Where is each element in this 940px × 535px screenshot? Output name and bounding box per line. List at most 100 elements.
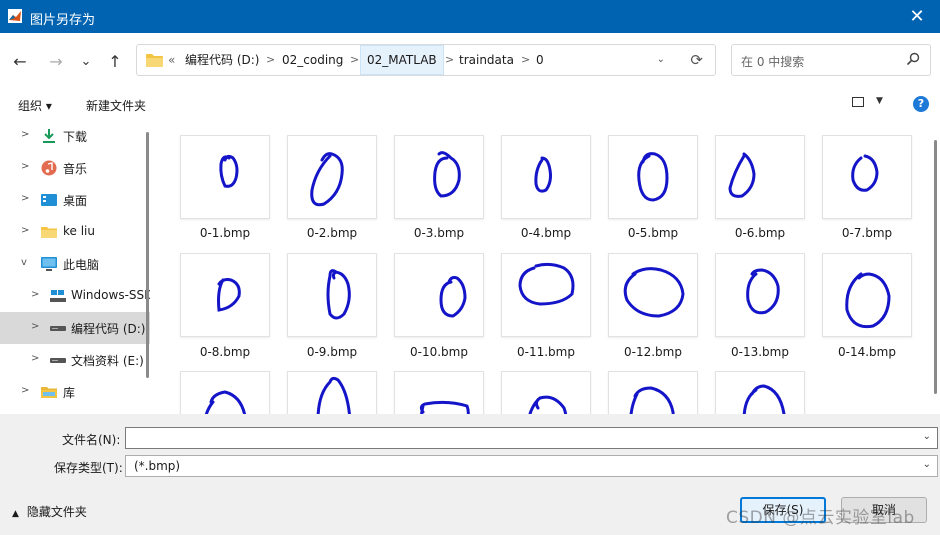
file-name[interactable]: 0-2.bmp (277, 226, 387, 240)
hide-folders-button[interactable]: ▲ 隐藏文件夹 (12, 503, 87, 520)
file-thumbnail[interactable] (822, 135, 912, 219)
breadcrumb-02-matlab[interactable]: 02_MATLAB (360, 45, 444, 75)
new-folder-button[interactable]: 新建文件夹 (86, 97, 146, 114)
chevron-down-icon[interactable]: v (21, 257, 27, 268)
file-name[interactable]: 0-13.bmp (705, 345, 815, 359)
digit-zero-image (534, 156, 552, 193)
sidebar-item-label: 库 (63, 386, 76, 400)
file-thumbnail[interactable] (715, 371, 805, 414)
file-name[interactable]: 0-8.bmp (170, 345, 280, 359)
file-name[interactable]: 0-3.bmp (384, 226, 494, 240)
address-bar[interactable]: « 编程代码 (D:) > 02_coding > 02_MATLAB > tr… (136, 44, 716, 76)
help-button[interactable]: ? (913, 96, 929, 112)
file-name[interactable]: 0-10.bmp (384, 345, 494, 359)
download-icon (43, 129, 55, 143)
file-thumbnail[interactable] (608, 253, 698, 337)
sidebar-item-drive-e[interactable]: > 文档资料 (E:) (0, 344, 150, 376)
file-thumbnail[interactable] (394, 371, 484, 414)
matlab-icon (8, 9, 22, 23)
view-icon[interactable] (852, 97, 864, 107)
file-name[interactable]: 0-4.bmp (491, 226, 601, 240)
window-title: 图片另存为 (30, 13, 96, 28)
digit-zero-image (528, 395, 568, 414)
chevron-down-icon[interactable]: ⌄ (923, 431, 931, 442)
sidebar-item-desktop[interactable]: > 桌面 (0, 184, 150, 216)
file-thumbnail[interactable] (501, 135, 591, 219)
file-name[interactable]: 0-11.bmp (491, 345, 601, 359)
chevron-right-icon[interactable]: > (31, 289, 39, 300)
file-thumbnail[interactable] (608, 371, 698, 414)
file-name[interactable]: 0-7.bmp (812, 226, 922, 240)
file-thumbnail[interactable] (715, 135, 805, 219)
digit-zero-image (518, 262, 575, 306)
filetype-select[interactable]: (*.bmp) ⌄ (125, 455, 938, 477)
digit-zero-image (433, 151, 461, 198)
breadcrumb-02-coding[interactable]: 02_coding (276, 46, 349, 74)
content-scrollbar[interactable] (934, 140, 937, 394)
chevron-right-icon[interactable]: > (21, 193, 29, 204)
organize-button[interactable]: 组织 ▾ (18, 97, 52, 114)
chevron-right-icon: > (266, 53, 276, 66)
sidebar-item-library[interactable]: > 库 (0, 376, 150, 408)
file-name[interactable]: 0-14.bmp (812, 345, 922, 359)
chevron-right-icon[interactable]: > (21, 385, 29, 396)
search-box[interactable]: 在 0 中搜索 (731, 44, 931, 76)
digit-zero-image (623, 267, 685, 318)
sidebar-item-drive-d[interactable]: > 编程代码 (D:) (0, 312, 150, 344)
file-thumbnail[interactable] (608, 135, 698, 219)
navigation-bar: ← → ⌄ ↑ « 编程代码 (D:) > 02_coding > 02_MAT… (0, 33, 940, 88)
file-thumbnail[interactable] (501, 253, 591, 337)
command-bar: 组织 ▾ 新建文件夹 ▼ ? (0, 88, 940, 120)
filename-input[interactable]: ⌄ (125, 427, 938, 449)
chevron-down-icon[interactable]: ▼ (876, 96, 883, 106)
search-input[interactable]: 在 0 中搜索 (741, 53, 804, 70)
chevron-right-icon[interactable]: > (21, 129, 29, 140)
up-button[interactable]: ↑ (101, 47, 129, 75)
file-name[interactable]: 0-9.bmp (277, 345, 387, 359)
refresh-icon[interactable]: ⟳ (690, 51, 703, 69)
folder-icon (146, 54, 163, 67)
sidebar-item-windows-ssd[interactable]: > Windows-SSD (0, 280, 150, 312)
file-thumbnail[interactable] (180, 371, 270, 414)
breadcrumb-traindata[interactable]: traindata (453, 46, 520, 74)
digit-zero-image (326, 269, 351, 320)
sidebar-scrollbar[interactable] (146, 132, 149, 378)
breadcrumb-0[interactable]: 0 (530, 46, 550, 74)
chevron-right-icon[interactable]: > (21, 161, 29, 172)
digit-zero-image (637, 152, 669, 202)
sidebar-item-this-pc[interactable]: v 此电脑 (0, 248, 150, 280)
forward-button[interactable]: → (42, 47, 70, 75)
file-thumbnail[interactable] (394, 253, 484, 337)
file-name[interactable]: 0-1.bmp (170, 226, 280, 240)
chevron-down-icon[interactable]: ⌄ (657, 54, 665, 65)
sidebar-item-downloads[interactable]: > 下载 (0, 120, 150, 152)
back-button[interactable]: ← (6, 47, 34, 75)
sidebar-item-music[interactable]: > 音乐 (0, 152, 150, 184)
digit-zero-image (629, 386, 675, 414)
file-thumbnail[interactable] (501, 371, 591, 414)
file-name[interactable]: 0-5.bmp (598, 226, 708, 240)
file-thumbnail[interactable] (287, 253, 377, 337)
library-icon (41, 387, 57, 398)
chevron-right-icon: > (521, 53, 531, 66)
title-bar: 图片另存为 ✕ (0, 0, 940, 33)
overflow-icon[interactable]: « (168, 53, 175, 67)
file-name[interactable]: 0-12.bmp (598, 345, 708, 359)
watermark: CSDN @点云实验室lab (726, 508, 915, 528)
chevron-right-icon[interactable]: > (21, 225, 29, 236)
file-name[interactable]: 0-6.bmp (705, 226, 815, 240)
file-thumbnail[interactable] (822, 253, 912, 337)
file-thumbnail[interactable] (715, 253, 805, 337)
recent-locations-button[interactable]: ⌄ (72, 47, 100, 75)
chevron-right-icon[interactable]: > (31, 321, 39, 332)
sidebar-item-ke-liu[interactable]: > ke liu (0, 216, 150, 248)
file-thumbnail[interactable] (180, 135, 270, 219)
file-thumbnail[interactable] (287, 371, 377, 414)
sidebar-item-label: 音乐 (63, 162, 88, 176)
file-thumbnail[interactable] (394, 135, 484, 219)
file-thumbnail[interactable] (287, 135, 377, 219)
breadcrumb-drive[interactable]: 编程代码 (D:) (179, 46, 265, 74)
file-thumbnail[interactable] (180, 253, 270, 337)
close-button[interactable]: ✕ (894, 0, 940, 33)
chevron-right-icon[interactable]: > (31, 353, 39, 364)
